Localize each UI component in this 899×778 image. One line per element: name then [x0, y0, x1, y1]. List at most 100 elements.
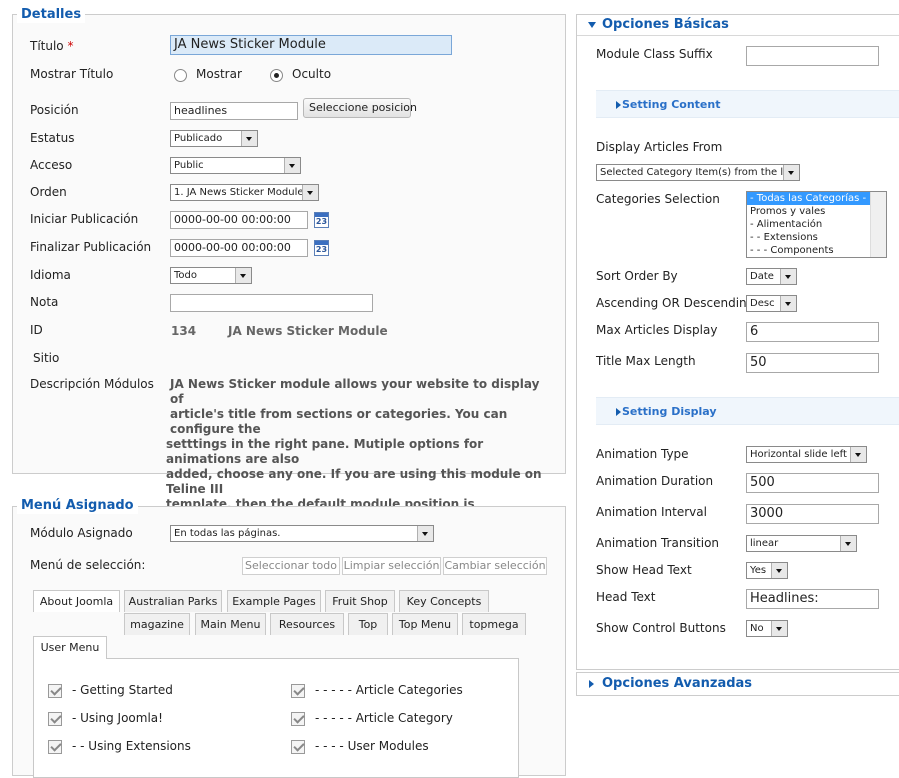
descripcion-label: Descripción Módulos	[30, 377, 154, 391]
opciones-basicas-title[interactable]: Opciones Básicas	[602, 17, 729, 32]
estatus-value: Publicado	[174, 133, 223, 144]
animation-type-select[interactable]: Horizontal slide left	[746, 446, 867, 463]
title-max-length-input[interactable]: 50	[746, 353, 879, 373]
tab-top[interactable]: Top	[348, 613, 388, 635]
titulo-input[interactable]: JA News Sticker Module	[170, 35, 452, 55]
asc-desc-value: Desc	[750, 298, 775, 309]
setting-content-header[interactable]: Setting Content	[596, 90, 899, 118]
acceso-label: Acceso	[30, 158, 73, 172]
tab-resources[interactable]: Resources	[270, 613, 344, 635]
modulo-asignado-label: Módulo Asignado	[30, 526, 133, 540]
category-option[interactable]: Promos y vales	[747, 205, 886, 218]
show-control-buttons-select[interactable]: No	[746, 620, 788, 637]
category-option[interactable]: - - Extensions	[747, 231, 886, 244]
animation-duration-input[interactable]: 500	[746, 473, 879, 493]
estatus-select[interactable]: Publicado	[170, 130, 258, 147]
oculto-radio[interactable]	[270, 69, 283, 82]
menu-item-label: - Using Joomla!	[72, 711, 163, 725]
toggle-selection-button[interactable]: Cambiar selección	[443, 557, 547, 575]
chevron-down-icon	[235, 268, 251, 283]
module-class-suffix-input[interactable]	[746, 46, 879, 66]
chevron-down-icon	[850, 447, 866, 462]
tab-fruit-shop[interactable]: Fruit Shop	[325, 590, 395, 612]
tab-top-menu[interactable]: Top Menu	[392, 613, 458, 635]
sitio-label: Sitio	[33, 351, 60, 365]
show-head-text-select[interactable]: Yes	[746, 562, 788, 579]
menu-item-checkbox[interactable]	[48, 684, 62, 698]
descripcion-line: article's title from sections or categor…	[170, 407, 508, 436]
collapsed-triangle-icon	[616, 408, 621, 416]
iniciar-publicacion-input[interactable]: 0000-00-00 00:00:00	[170, 211, 308, 229]
listbox-scrollbar[interactable]	[870, 192, 886, 257]
modulo-asignado-select[interactable]: En todas las páginas.	[170, 525, 434, 542]
show-control-buttons-value: No	[750, 623, 764, 634]
chevron-down-icon	[302, 185, 318, 200]
menu-item-label: - - - - User Modules	[315, 739, 429, 753]
animation-transition-label: Animation Transition	[596, 536, 720, 550]
expanded-triangle-icon	[588, 22, 596, 28]
orden-label: Orden	[30, 185, 67, 199]
chevron-down-icon	[771, 621, 787, 636]
head-text-input[interactable]: Headlines:	[746, 589, 879, 609]
asc-desc-select[interactable]: Desc	[746, 295, 797, 312]
category-option[interactable]: - - - Components	[747, 244, 886, 257]
tab-key-concepts[interactable]: Key Concepts	[399, 590, 489, 612]
nota-input[interactable]	[170, 294, 373, 312]
tab-australian-parks[interactable]: Australian Parks	[124, 590, 222, 612]
posicion-input[interactable]: headlines	[170, 102, 298, 120]
iniciar-publicacion-label: Iniciar Publicación	[30, 212, 139, 226]
animation-transition-select[interactable]: linear	[746, 535, 857, 552]
opciones-avanzadas-title[interactable]: Opciones Avanzadas	[602, 676, 752, 691]
menu-item-checkbox[interactable]	[48, 740, 62, 754]
setting-display-title: Setting Display	[622, 405, 717, 418]
animation-type-value: Horizontal slide left	[750, 449, 847, 460]
category-option[interactable]: - Todas las Categorías -	[747, 192, 870, 205]
tab-main-menu[interactable]: Main Menu	[195, 613, 266, 635]
tab-magazine[interactable]: magazine	[124, 613, 190, 635]
setting-display-header[interactable]: Setting Display	[596, 397, 899, 425]
seleccione-posicion-button[interactable]: Seleccione posicion	[303, 98, 417, 118]
chevron-down-icon	[780, 269, 796, 284]
max-articles-input[interactable]: 6	[746, 322, 879, 342]
chevron-down-icon	[840, 536, 856, 551]
orden-select[interactable]: 1. JA News Sticker Module	[170, 184, 319, 201]
asc-desc-label: Ascending OR Descending	[596, 296, 755, 310]
animation-type-label: Animation Type	[596, 447, 689, 461]
id-module-name: JA News Sticker Module	[228, 324, 388, 338]
menu-item-checkbox[interactable]	[291, 684, 305, 698]
animation-interval-input[interactable]: 3000	[746, 504, 879, 524]
mostrar-option-label: Mostrar	[196, 67, 242, 81]
sort-order-label: Sort Order By	[596, 269, 678, 283]
show-head-text-value: Yes	[750, 565, 767, 576]
sort-order-value: Date	[750, 271, 774, 282]
select-all-button[interactable]: Seleccionar todo	[242, 557, 340, 575]
menu-item-checkbox[interactable]	[48, 712, 62, 726]
tab-topmega[interactable]: topmega	[462, 613, 526, 635]
idioma-select[interactable]: Todo	[170, 267, 252, 284]
display-articles-value: Selected Category Item(s) from the list	[600, 167, 796, 178]
menu-item-label: - - Using Extensions	[72, 739, 191, 753]
title-max-length-label: Title Max Length	[596, 354, 696, 368]
tab-about-joomla[interactable]: About Joomla	[33, 590, 120, 612]
chevron-down-icon	[284, 158, 300, 173]
menu-item-checkbox[interactable]	[291, 740, 305, 754]
calendar-icon[interactable]: 23	[314, 212, 329, 228]
idioma-label: Idioma	[30, 268, 71, 282]
category-option[interactable]: - Alimentación	[747, 218, 886, 231]
menu-item-checkbox[interactable]	[291, 712, 305, 726]
tab-user-menu[interactable]: User Menu	[33, 636, 107, 659]
clear-selection-button[interactable]: Limpiar selección	[342, 557, 441, 575]
acceso-value: Public	[174, 160, 204, 171]
id-value: 134	[171, 324, 197, 338]
max-articles-label: Max Articles Display	[596, 323, 718, 337]
display-articles-select[interactable]: Selected Category Item(s) from the list	[596, 164, 800, 181]
calendar-icon[interactable]: 23	[314, 240, 329, 256]
opciones-basicas-header-line	[577, 35, 899, 36]
acceso-select[interactable]: Public	[170, 157, 301, 174]
finalizar-publicacion-input[interactable]: 0000-00-00 00:00:00	[170, 239, 308, 257]
menu-item-label: - - - - - Article Category	[315, 711, 453, 725]
tab-example-pages[interactable]: Example Pages	[227, 590, 321, 612]
categories-listbox[interactable]: - Todas las Categorías - Promos y vales …	[746, 191, 887, 258]
sort-order-select[interactable]: Date	[746, 268, 797, 285]
mostrar-radio[interactable]	[174, 69, 187, 82]
